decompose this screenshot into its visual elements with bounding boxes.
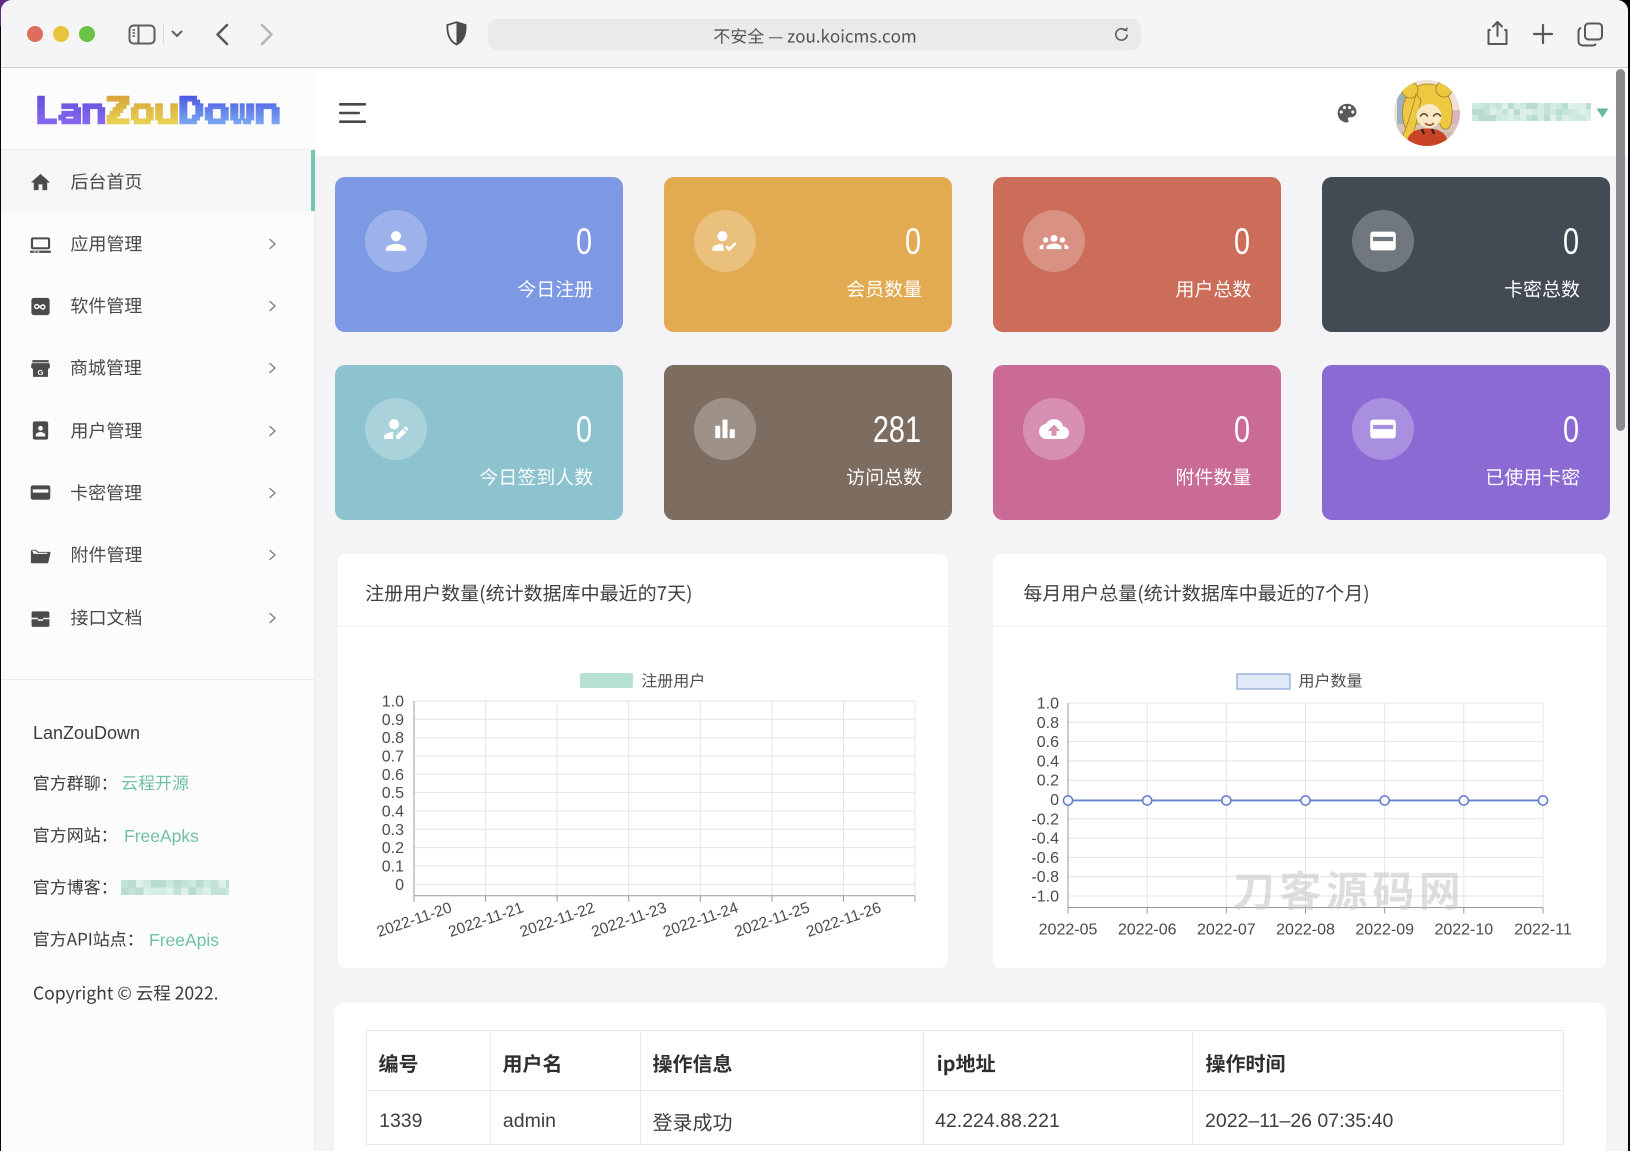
svg-text:0.8: 0.8 [382,730,404,747]
svg-text:0.6: 0.6 [382,767,404,784]
svg-text:0.2: 0.2 [382,840,404,857]
svg-text:0.4: 0.4 [382,804,404,821]
svg-text:1.0: 1.0 [1037,696,1059,713]
svg-text:-0.2: -0.2 [1031,811,1059,828]
svg-text:-0.4: -0.4 [1031,831,1059,848]
svg-text:-0.6: -0.6 [1031,850,1059,867]
svg-text:2022-10: 2022-10 [1434,922,1493,939]
svg-text:2022-09: 2022-09 [1355,922,1414,939]
svg-text:0.1: 0.1 [382,859,404,876]
svg-text:0.7: 0.7 [382,749,404,766]
svg-text:2022-11-20: 2022-11-20 [375,899,455,941]
svg-text:-0.8: -0.8 [1031,869,1059,886]
svg-text:0.8: 0.8 [1037,715,1059,732]
svg-text:0.2: 0.2 [1037,773,1059,790]
svg-text:2022-11-23: 2022-11-23 [589,899,668,941]
svg-text:G: G [38,367,44,376]
svg-text:2022-11-26: 2022-11-26 [804,899,883,941]
svg-text:2022-07: 2022-07 [1197,922,1256,939]
svg-text:2022-11-25: 2022-11-25 [732,899,811,941]
svg-text:0: 0 [395,877,404,894]
svg-text:2022-11: 2022-11 [1514,922,1572,939]
svg-text:0.4: 0.4 [1037,753,1059,770]
svg-text:2022-11-21: 2022-11-21 [446,899,525,941]
svg-text:0.9: 0.9 [382,712,404,729]
svg-text:1.0: 1.0 [382,694,404,711]
svg-text:0.6: 0.6 [1037,734,1059,751]
svg-text:0: 0 [1050,792,1059,809]
svg-text:0.3: 0.3 [382,822,404,839]
svg-text:-1.0: -1.0 [1031,889,1059,906]
svg-text:2022-11-24: 2022-11-24 [661,899,741,941]
svg-text:2022-06: 2022-06 [1118,922,1177,939]
svg-text:2022-08: 2022-08 [1276,922,1335,939]
svg-text:2022-05: 2022-05 [1039,922,1098,939]
svg-text:2022-11-22: 2022-11-22 [518,899,597,941]
svg-text:0.5: 0.5 [382,785,404,802]
